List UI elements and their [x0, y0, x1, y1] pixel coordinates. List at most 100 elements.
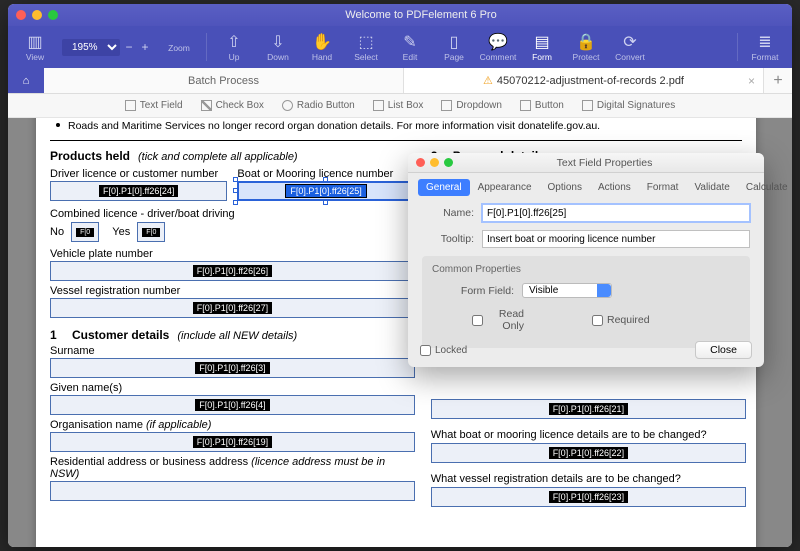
comment-button[interactable]: 💬Comment	[477, 28, 519, 66]
format-button[interactable]: ≣Format	[744, 28, 786, 66]
question-vessel: What vessel registration details are to …	[431, 473, 746, 485]
down-button[interactable]: ⇩Down	[257, 28, 299, 66]
panel-close-dot[interactable]	[416, 158, 425, 167]
form-icon: ▤	[533, 33, 551, 51]
close-button[interactable]: Close	[695, 341, 752, 359]
view-button[interactable]: ▥View	[14, 28, 56, 66]
field-vehicle-plate[interactable]: F[0].P1[0].ff26[26]	[50, 261, 415, 281]
tool-signature[interactable]: Digital Signatures	[582, 100, 675, 111]
hand-icon: ✋	[313, 33, 331, 51]
field-boat-licence[interactable]: F[0].P1[0].ff26[25]	[237, 181, 414, 201]
panel-tab-appearance[interactable]: Appearance	[470, 179, 540, 196]
label-residential: Residential address or business address …	[50, 456, 415, 480]
tool-radio-button[interactable]: Radio Button	[282, 100, 355, 111]
tab-pdf-file[interactable]: ⚠ 45070212-adjustment-of-records 2.pdf ×	[404, 68, 764, 93]
form-button[interactable]: ▤Form	[521, 28, 563, 66]
convert-button[interactable]: ⟳Convert	[609, 28, 651, 66]
cursor-icon: ⬚	[357, 33, 375, 51]
zoom-out-button[interactable]: −	[122, 40, 136, 54]
field-21[interactable]: F[0].P1[0].ff26[21]	[431, 399, 746, 419]
panel-zoom-dot[interactable]	[444, 158, 453, 167]
formfield-label: Form Field:	[432, 285, 514, 297]
checkbox-icon	[201, 100, 212, 111]
name-label: Name:	[422, 207, 474, 219]
label-vehicle-plate: Vehicle plate number	[50, 248, 415, 260]
locked-checkbox[interactable]: Locked	[420, 345, 467, 356]
tool-button[interactable]: Button	[520, 100, 564, 111]
panel-tab-actions[interactable]: Actions	[590, 179, 639, 196]
page-icon: ▯	[445, 33, 463, 51]
down-icon: ⇩	[269, 33, 287, 51]
close-window[interactable]	[16, 10, 26, 20]
page-button[interactable]: ▯Page	[433, 28, 475, 66]
format-icon: ≣	[756, 33, 774, 51]
hand-button[interactable]: ✋Hand	[301, 28, 343, 66]
radio-icon	[282, 100, 293, 111]
tooltip-input[interactable]	[482, 230, 750, 248]
field-driver-licence[interactable]: F[0].P1[0].ff26[24]	[50, 181, 227, 201]
tab-batch-process[interactable]: Batch Process	[44, 68, 404, 93]
zoom-window[interactable]	[48, 10, 58, 20]
comment-icon: 💬	[489, 33, 507, 51]
field-no[interactable]: F[0	[71, 222, 99, 242]
panel-tab-format[interactable]: Format	[639, 179, 687, 196]
tool-list-box[interactable]: List Box	[373, 100, 424, 111]
tooltip-label: Tooltip:	[422, 233, 474, 245]
panel-tabs: General Appearance Options Actions Forma…	[408, 173, 764, 196]
common-properties-title: Common Properties	[432, 264, 740, 275]
main-toolbar: ▥View 195% − + Zoom ⇧Up ⇩Down ✋Hand ⬚Sel…	[8, 26, 792, 68]
tool-check-box[interactable]: Check Box	[201, 100, 264, 111]
label-vessel-reg: Vessel registration number	[50, 285, 415, 297]
convert-icon: ⟳	[621, 33, 639, 51]
up-icon: ⇧	[225, 33, 243, 51]
field-22[interactable]: F[0].P1[0].ff26[22]	[431, 443, 746, 463]
field-org[interactable]: F[0].P1[0].ff26[19]	[50, 432, 415, 452]
panel-tab-general[interactable]: General	[418, 179, 470, 196]
panel-titlebar[interactable]: Text Field Properties	[408, 153, 764, 173]
panel-title: Text Field Properties	[453, 157, 756, 169]
tool-dropdown[interactable]: Dropdown	[441, 100, 502, 111]
panel-tab-options[interactable]: Options	[540, 179, 590, 196]
label-boat-licence: Boat or Mooring licence number	[237, 168, 414, 180]
field-given[interactable]: F[0].P1[0].ff26[4]	[50, 395, 415, 415]
formfield-select[interactable]: Visible	[522, 283, 612, 298]
titlebar: Welcome to PDFelement 6 Pro	[8, 4, 792, 26]
edit-icon: ✎	[401, 33, 419, 51]
field-residential[interactable]	[50, 481, 415, 501]
panel-tab-calculate[interactable]: Calculate	[738, 179, 792, 196]
zoom-label: Zoom	[158, 28, 200, 66]
panel-min-dot[interactable]	[430, 158, 439, 167]
warning-icon: ⚠	[483, 74, 493, 87]
textfield-icon	[125, 100, 136, 111]
home-icon: ⌂	[23, 75, 30, 87]
zoom-select[interactable]: 195%	[62, 39, 120, 56]
text-field-properties-panel[interactable]: Text Field Properties General Appearance…	[408, 153, 764, 367]
dropdown-icon	[441, 100, 452, 111]
label-combined: Combined licence - driver/boat driving	[50, 208, 415, 220]
field-surname[interactable]: F[0].P1[0].ff26[3]	[50, 358, 415, 378]
name-input[interactable]	[482, 204, 750, 222]
field-23[interactable]: F[0].P1[0].ff26[23]	[431, 487, 746, 507]
label-driver-licence: Driver licence or customer number	[50, 168, 227, 180]
protect-button[interactable]: 🔒Protect	[565, 28, 607, 66]
required-checkbox[interactable]: Required	[592, 314, 644, 326]
field-yes[interactable]: F[0	[137, 222, 165, 242]
tab-bar: ⌂ Batch Process ⚠ 45070212-adjustment-of…	[8, 68, 792, 94]
close-tab-icon[interactable]: ×	[748, 74, 755, 88]
up-button[interactable]: ⇧Up	[213, 28, 255, 66]
new-tab-button[interactable]: +	[764, 68, 792, 93]
form-tools-bar: Text Field Check Box Radio Button List B…	[8, 94, 792, 118]
readonly-checkbox[interactable]: Read Only	[472, 308, 524, 332]
edit-button[interactable]: ✎Edit	[389, 28, 431, 66]
select-button[interactable]: ⬚Select	[345, 28, 387, 66]
field-vessel-reg[interactable]: F[0].P1[0].ff26[27]	[50, 298, 415, 318]
section-customer-title: Customer details	[72, 328, 169, 342]
home-tab[interactable]: ⌂	[8, 68, 44, 93]
section-products-title: Products held	[50, 149, 130, 163]
note-donatelife: Roads and Maritime Services no longer re…	[36, 118, 756, 138]
zoom-in-button[interactable]: +	[138, 40, 152, 54]
tool-text-field[interactable]: Text Field	[125, 100, 183, 111]
label-given: Given name(s)	[50, 382, 415, 394]
minimize-window[interactable]	[32, 10, 42, 20]
panel-tab-validate[interactable]: Validate	[686, 179, 737, 196]
